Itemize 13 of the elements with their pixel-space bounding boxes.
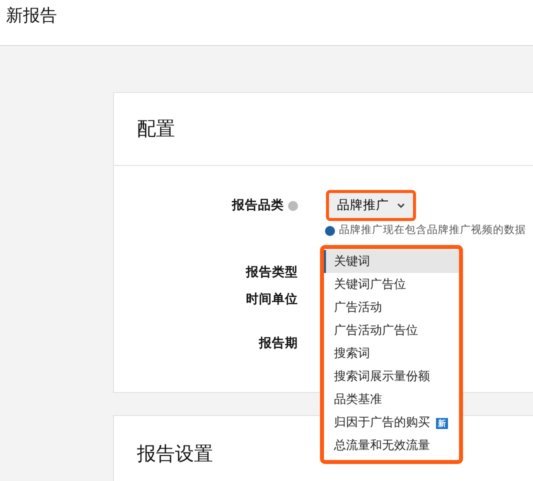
- page-title: 新报告: [6, 6, 57, 26]
- field-label: 时间单位: [246, 290, 298, 306]
- info-icon: [325, 226, 335, 236]
- card-title: 配置: [114, 93, 533, 166]
- category-dropdown[interactable]: 品牌推广: [326, 190, 416, 221]
- card-title: 报告设置: [137, 442, 213, 467]
- field-label: 报告类型: [246, 264, 298, 279]
- menu-item[interactable]: 关键词: [324, 250, 459, 273]
- new-badge: 新: [436, 418, 448, 429]
- field-label: 报告品类: [232, 197, 284, 212]
- info-note: 品牌推广现在包含品牌推广视频的数据: [339, 223, 526, 238]
- caret-icon: [397, 203, 405, 208]
- field-label: 报告期: [259, 335, 298, 350]
